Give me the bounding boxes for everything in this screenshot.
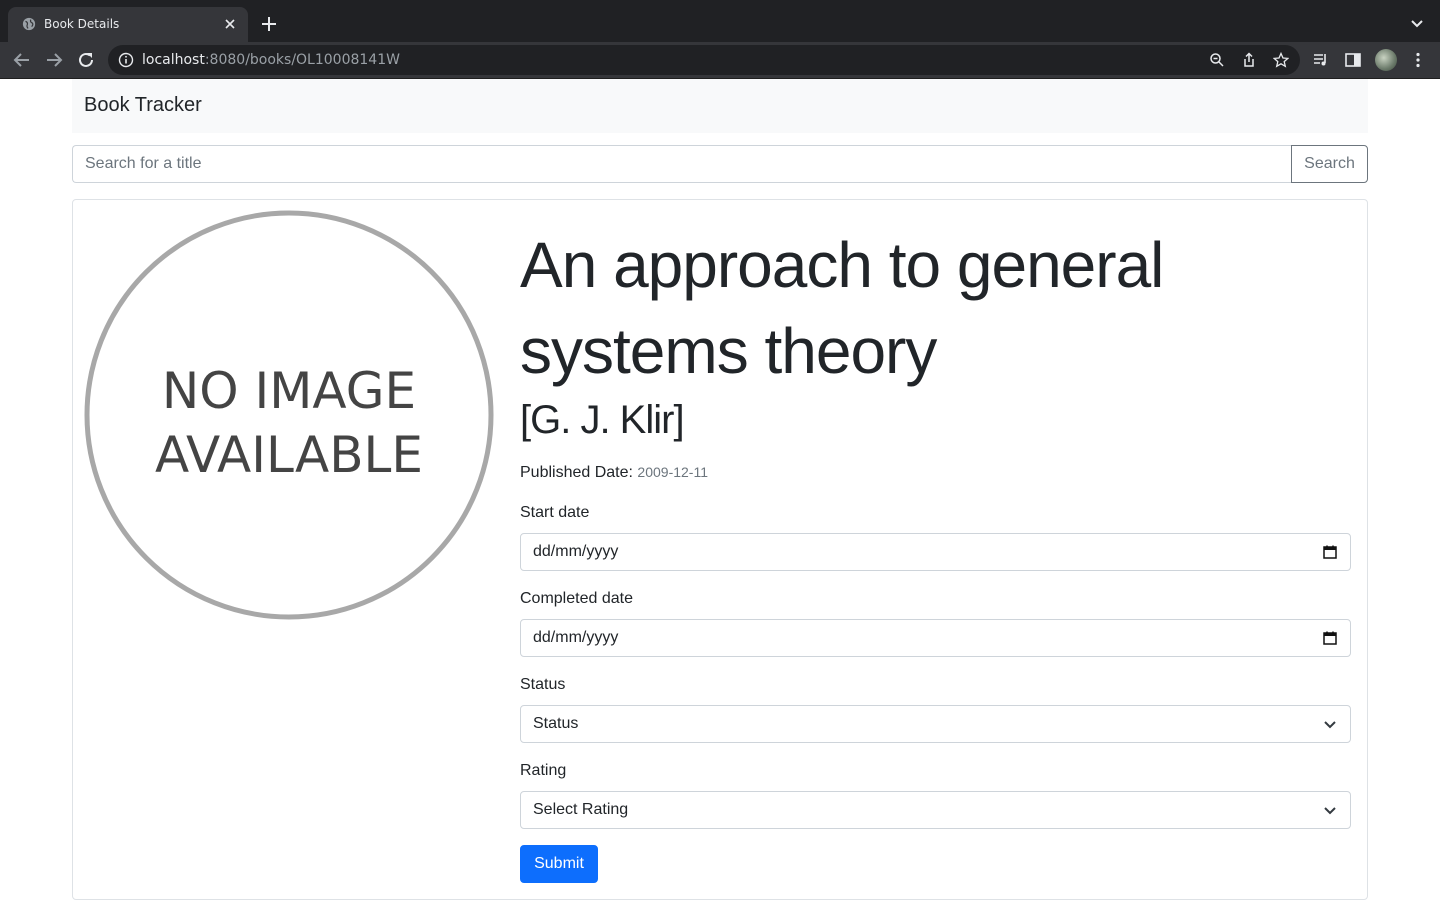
completed-date-input[interactable]: dd/mm/yyyy bbox=[520, 619, 1351, 657]
rating-selected-value: Select Rating bbox=[533, 801, 629, 818]
search-button[interactable]: Search bbox=[1291, 145, 1368, 183]
forward-arrow-icon[interactable] bbox=[44, 50, 64, 70]
published-label: Published Date: bbox=[520, 464, 633, 481]
page-content: Book Tracker Search NO IMAGE AVAILABLE A… bbox=[0, 79, 1440, 900]
tab-title: Book Details bbox=[44, 17, 120, 31]
bookmark-star-icon[interactable] bbox=[1273, 52, 1289, 68]
browser-tab[interactable]: Book Details bbox=[8, 7, 248, 42]
book-author: [G. J. Klir] bbox=[520, 398, 685, 442]
submit-button[interactable]: Submit bbox=[520, 845, 598, 883]
cover-text-line1: NO IMAGE bbox=[162, 362, 416, 420]
search-input[interactable] bbox=[72, 145, 1292, 183]
no-image-placeholder: NO IMAGE AVAILABLE bbox=[84, 210, 494, 620]
completed-date-label: Completed date bbox=[520, 590, 633, 607]
url-text: localhost:8080/books/OL10008141W bbox=[142, 52, 400, 68]
status-selected-value: Status bbox=[533, 715, 579, 732]
back-arrow-icon[interactable] bbox=[12, 50, 32, 70]
new-tab-icon[interactable] bbox=[260, 15, 278, 33]
chevron-down-icon[interactable] bbox=[1408, 15, 1426, 33]
calendar-icon[interactable] bbox=[1322, 544, 1338, 560]
start-date-label: Start date bbox=[520, 504, 590, 521]
rating-select[interactable]: Select Rating bbox=[520, 791, 1351, 829]
url-host: localhost bbox=[142, 52, 205, 68]
start-date-value: dd/mm/yyyy bbox=[533, 543, 619, 560]
media-control-icon[interactable] bbox=[1312, 51, 1330, 69]
completed-date-value: dd/mm/yyyy bbox=[533, 629, 619, 646]
book-title: An approach to general systems theory bbox=[520, 229, 1164, 387]
browser-toolbar: localhost:8080/books/OL10008141W bbox=[0, 42, 1440, 79]
status-label: Status bbox=[520, 676, 566, 693]
url-path: :8080/books/OL10008141W bbox=[204, 52, 400, 68]
chevron-down-icon bbox=[1324, 807, 1336, 815]
cover-text-line2: AVAILABLE bbox=[155, 426, 423, 484]
side-panel-icon[interactable] bbox=[1344, 51, 1362, 69]
zoom-icon[interactable] bbox=[1209, 52, 1225, 68]
globe-icon bbox=[22, 17, 36, 31]
share-icon[interactable] bbox=[1241, 52, 1257, 68]
search-form: Search bbox=[72, 145, 1368, 183]
browser-tab-strip: Book Details bbox=[0, 0, 1440, 42]
chevron-down-icon bbox=[1324, 721, 1336, 729]
more-menu-icon[interactable] bbox=[1409, 51, 1427, 69]
close-icon[interactable] bbox=[222, 16, 238, 32]
book-card: NO IMAGE AVAILABLE An approach to genera… bbox=[72, 199, 1368, 900]
rating-label: Rating bbox=[520, 762, 567, 779]
info-icon[interactable] bbox=[118, 52, 134, 68]
reload-icon[interactable] bbox=[76, 50, 96, 70]
start-date-input[interactable]: dd/mm/yyyy bbox=[520, 533, 1351, 571]
profile-avatar[interactable] bbox=[1375, 49, 1397, 71]
address-bar[interactable]: localhost:8080/books/OL10008141W bbox=[108, 45, 1300, 75]
app-navbar: Book Tracker bbox=[72, 79, 1368, 133]
published-value: 2009-12-11 bbox=[637, 464, 708, 480]
brand-link[interactable]: Book Tracker bbox=[84, 94, 202, 117]
published-date: Published Date: 2009-12-11 bbox=[520, 464, 708, 482]
status-select[interactable]: Status bbox=[520, 705, 1351, 743]
calendar-icon[interactable] bbox=[1322, 630, 1338, 646]
